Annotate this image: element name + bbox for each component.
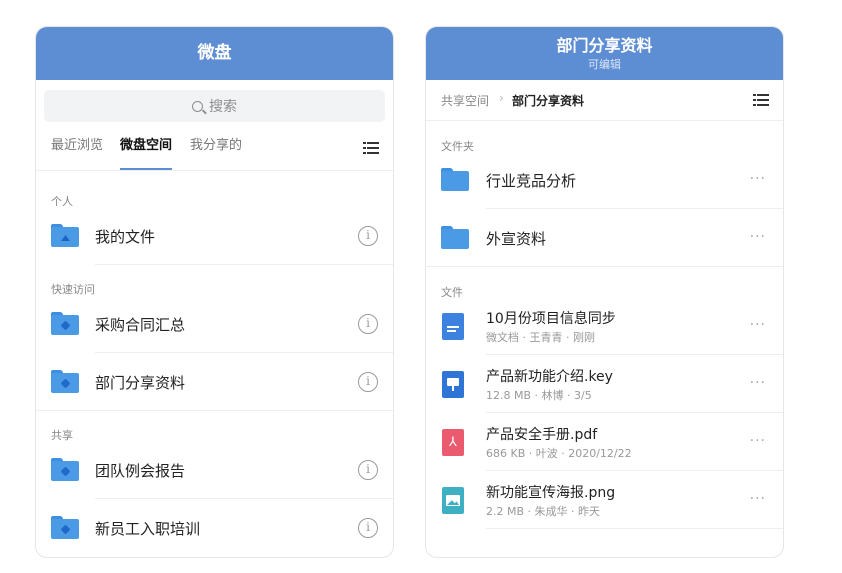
file-meta: 686 KB · 叶波 · 2020/12/22 bbox=[486, 447, 632, 460]
info-icon[interactable]: i bbox=[358, 226, 378, 246]
folder-name: 行业竞品分析 bbox=[486, 172, 577, 190]
header: 部门分享资料 可编辑 bbox=[426, 27, 783, 80]
more-icon[interactable]: ··· bbox=[750, 229, 766, 245]
permission-subtitle: 可编辑 bbox=[588, 58, 621, 71]
folder-row[interactable]: 外宣资料 ··· bbox=[426, 209, 783, 267]
folder-detail-panel: 部门分享资料 可编辑 共享空间 › 部门分享资料 文件夹 行业竞品分析 ··· … bbox=[425, 26, 784, 558]
more-icon[interactable]: ··· bbox=[750, 171, 766, 187]
breadcrumb-current: 部门分享资料 bbox=[512, 94, 585, 108]
pdf-icon: ⅄ bbox=[442, 429, 464, 456]
image-icon bbox=[442, 487, 464, 514]
item-name: 我的文件 bbox=[95, 228, 156, 246]
shared-folder-icon bbox=[51, 370, 79, 393]
list-item[interactable]: 采购合同汇总 i bbox=[36, 295, 393, 353]
folder-row[interactable]: 行业竞品分析 ··· bbox=[426, 151, 783, 209]
chevron-right-icon: › bbox=[499, 91, 504, 105]
file-meta: 微文档 · 王青青 · 刚刚 bbox=[486, 331, 595, 344]
file-name: 新功能宣传海报.png bbox=[486, 485, 616, 501]
person-folder-icon bbox=[51, 224, 79, 247]
list-item[interactable]: 团队例会报告 i bbox=[36, 441, 393, 499]
file-meta: 2.2 MB · 朱成华 · 昨天 bbox=[486, 505, 601, 518]
more-icon[interactable]: ··· bbox=[750, 375, 766, 391]
search-placeholder: 搜索 bbox=[209, 99, 237, 115]
file-name: 产品新功能介绍.key bbox=[486, 369, 613, 385]
list-item[interactable]: 部门分享资料 i bbox=[36, 353, 393, 411]
breadcrumb-root[interactable]: 共享空间 bbox=[441, 92, 489, 109]
more-icon[interactable]: ··· bbox=[750, 317, 766, 333]
header: 微盘 bbox=[36, 27, 393, 80]
info-icon[interactable]: i bbox=[358, 372, 378, 392]
page-title: 微盘 bbox=[197, 43, 232, 63]
shared-folder-icon bbox=[51, 312, 79, 335]
list-item[interactable]: 新员工入职培训 i bbox=[36, 499, 393, 557]
keynote-icon bbox=[442, 371, 464, 398]
file-name: 10月份项目信息同步 bbox=[486, 311, 616, 327]
folder-name: 外宣资料 bbox=[486, 230, 547, 248]
tab-recent[interactable]: 最近浏览 bbox=[51, 122, 103, 170]
file-row[interactable]: ⅄ 产品安全手册.pdf 686 KB · 叶波 · 2020/12/22 ··… bbox=[426, 413, 783, 471]
item-name: 新员工入职培训 bbox=[95, 520, 201, 538]
file-meta: 12.8 MB · 林博 · 3/5 bbox=[486, 389, 592, 402]
page-title: 部门分享资料 bbox=[556, 36, 653, 55]
folder-icon bbox=[441, 168, 469, 191]
item-name: 采购合同汇总 bbox=[95, 316, 186, 334]
info-icon[interactable]: i bbox=[358, 314, 378, 334]
item-name: 团队例会报告 bbox=[95, 462, 186, 480]
more-icon[interactable]: ··· bbox=[750, 433, 766, 449]
tab-my-shared[interactable]: 我分享的 bbox=[190, 122, 242, 170]
file-row[interactable]: 10月份项目信息同步 微文档 · 王青青 · 刚刚 ··· bbox=[426, 297, 783, 355]
weipan-panel: 微盘 搜索 最近浏览 微盘空间 我分享的 个人 我的文件 i 快速访问 采购合同… bbox=[35, 26, 394, 558]
file-row[interactable]: 新功能宣传海报.png 2.2 MB · 朱成华 · 昨天 ··· bbox=[426, 471, 783, 529]
doc-icon bbox=[442, 313, 464, 340]
shared-folder-icon bbox=[51, 516, 79, 539]
file-row[interactable]: 产品新功能介绍.key 12.8 MB · 林博 · 3/5 ··· bbox=[426, 355, 783, 413]
list-view-icon[interactable] bbox=[363, 142, 379, 154]
folder-icon bbox=[441, 226, 469, 249]
info-icon[interactable]: i bbox=[358, 518, 378, 538]
item-name: 部门分享资料 bbox=[95, 374, 186, 392]
search-icon bbox=[192, 100, 203, 112]
tab-weipan-space[interactable]: 微盘空间 bbox=[120, 122, 173, 170]
shared-folder-icon bbox=[51, 458, 79, 481]
list-view-icon[interactable] bbox=[753, 94, 769, 106]
more-icon[interactable]: ··· bbox=[750, 491, 766, 507]
file-name: 产品安全手册.pdf bbox=[486, 427, 598, 443]
list-item[interactable]: 我的文件 i bbox=[36, 207, 393, 265]
tab-bar: 最近浏览 微盘空间 我分享的 bbox=[36, 122, 393, 171]
breadcrumb: 共享空间 › 部门分享资料 bbox=[426, 80, 783, 121]
info-icon[interactable]: i bbox=[358, 460, 378, 480]
search-input[interactable]: 搜索 bbox=[44, 90, 385, 122]
